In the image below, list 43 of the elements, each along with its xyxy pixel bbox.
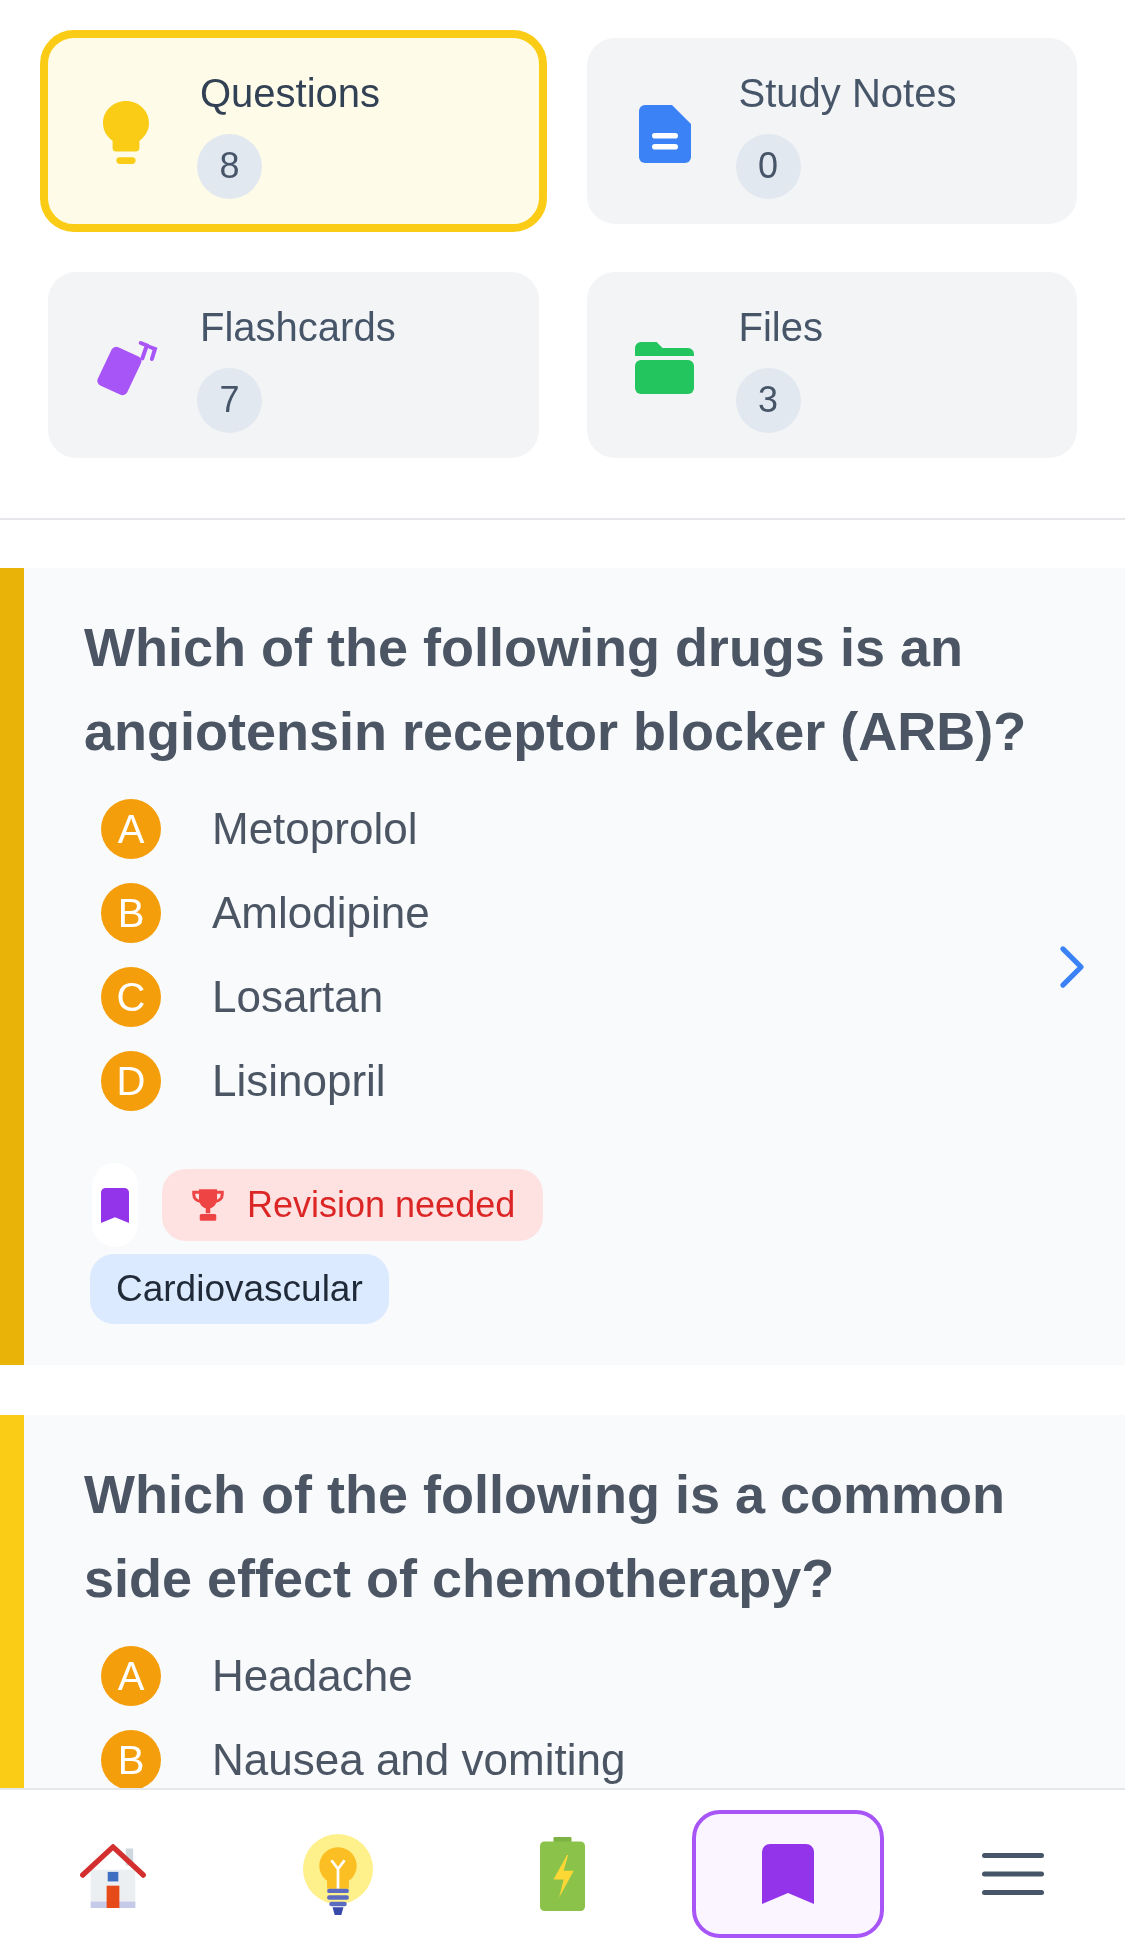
document-icon (638, 105, 691, 163)
category-tile[interactable]: Flashcards 7 (48, 272, 539, 458)
count-badge: 8 (197, 133, 262, 199)
folder-icon (635, 342, 694, 394)
next-button[interactable] (1059, 944, 1085, 989)
bookmark-toggle[interactable] (92, 1163, 138, 1247)
lightbulb-icon (302, 1833, 373, 1915)
topic-tag: Cardiovascular (90, 1254, 389, 1324)
option-letter: A (101, 1646, 161, 1706)
count-badge: 0 (735, 133, 801, 199)
bookmark-icon (761, 1844, 814, 1904)
nav-tab[interactable] (691, 1810, 884, 1938)
trophy-icon (190, 1187, 226, 1223)
option-text: Amlodipine (212, 886, 430, 939)
battery-icon (540, 1837, 585, 1911)
nav-tab[interactable] (981, 1853, 1044, 1895)
cards-icon (94, 338, 158, 398)
category-title: Flashcards (200, 303, 396, 350)
option-letter: B (101, 883, 161, 943)
option-text: Headache (212, 1649, 413, 1702)
category-tile[interactable]: Questions 8 (40, 30, 547, 232)
chevron-right-icon (1059, 944, 1085, 989)
status-text: Revision needed (247, 1183, 516, 1227)
nav-tab[interactable] (302, 1833, 373, 1915)
question-text: Which of the following drugs is an angiotensin receptor blocker (ARB)? (84, 616, 1028, 763)
count-badge: 3 (735, 367, 801, 433)
option-letter: D (101, 1051, 161, 1111)
menu-icon (981, 1853, 1044, 1895)
option-letter: A (101, 799, 161, 859)
option-text: Nausea and vomiting (212, 1733, 626, 1786)
category-title: Files (738, 303, 823, 350)
option-letter: B (101, 1730, 161, 1788)
category-title: Study Notes (738, 69, 957, 116)
option-text: Losartan (212, 970, 384, 1023)
category-tile[interactable]: Files 3 (586, 272, 1077, 458)
category-title: Questions (200, 69, 381, 116)
lightbulb-icon (103, 101, 149, 167)
option-text: Metoprolol (212, 802, 418, 855)
question-text: Which of the following is a common side effect of chemotherapy? (84, 1463, 1006, 1610)
count-badge: 7 (197, 367, 262, 433)
option-text: Lisinopril (212, 1054, 386, 1107)
category-tile[interactable]: Study Notes 0 (586, 38, 1077, 224)
option-letter: C (101, 967, 161, 1027)
